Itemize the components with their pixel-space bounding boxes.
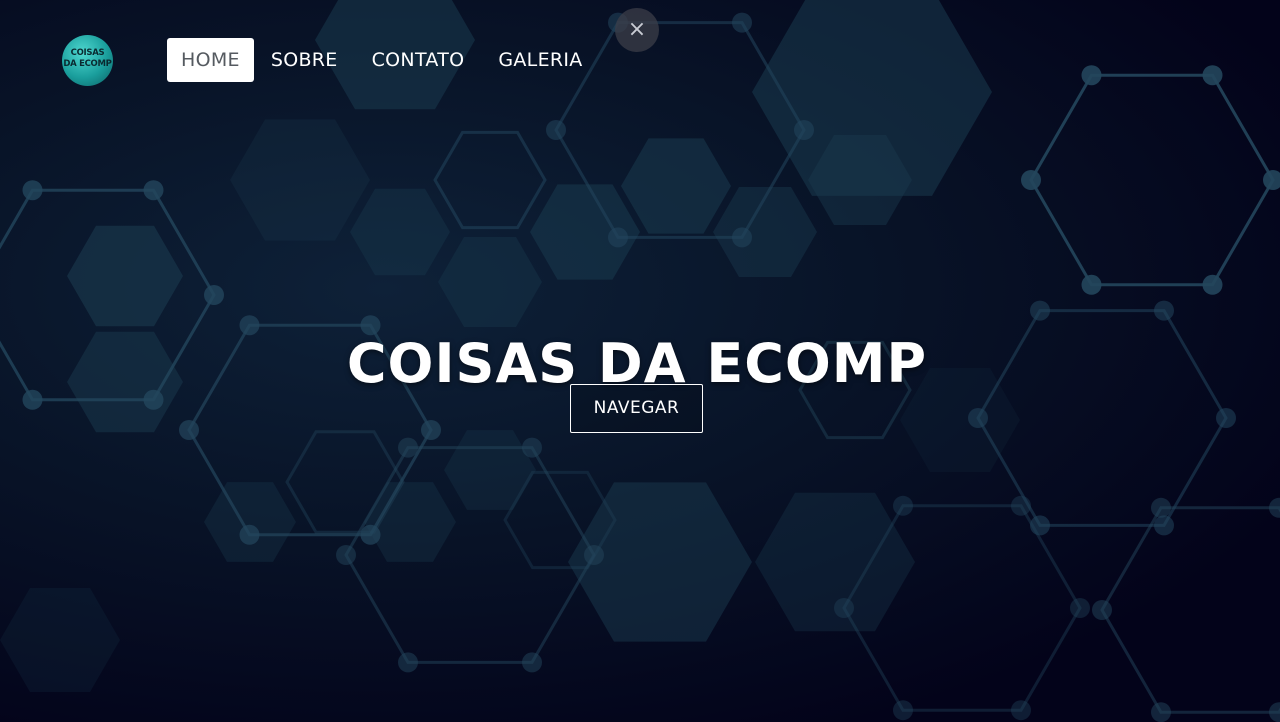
hexagon-outline — [1100, 506, 1280, 714]
nav-item-sobre[interactable]: SOBRE — [254, 38, 355, 82]
hexagon-shape — [230, 119, 370, 241]
logo-text-line2: DA ECOMP — [63, 59, 112, 69]
close-icon: × — [627, 17, 647, 42]
network-node — [522, 652, 542, 673]
navegar-button[interactable]: NAVEGAR — [570, 384, 703, 433]
network-node — [794, 120, 814, 140]
hexagon-outline — [1029, 73, 1275, 287]
hexagon-shape — [444, 430, 536, 510]
hexagon-shape — [0, 588, 120, 692]
nav-item-contato[interactable]: CONTATO — [355, 38, 482, 82]
logo-text-line1: COISAS — [70, 48, 105, 58]
network-node — [1154, 515, 1174, 536]
hexagon-shape — [67, 225, 183, 327]
network-node — [421, 420, 441, 440]
network-node — [1081, 65, 1102, 86]
network-node — [1070, 598, 1090, 618]
network-node — [1202, 274, 1223, 295]
network-node — [1092, 600, 1112, 620]
network-node — [239, 524, 260, 545]
close-button[interactable]: × — [615, 8, 659, 52]
network-node — [143, 180, 164, 201]
network-node — [1011, 495, 1031, 516]
hexagon-shape — [621, 138, 731, 234]
network-node — [968, 408, 988, 428]
network-node — [1011, 700, 1031, 721]
network-node — [1154, 300, 1174, 321]
network-node — [1269, 497, 1280, 518]
network-node — [1030, 300, 1050, 321]
network-node — [893, 700, 913, 721]
network-node — [179, 420, 199, 440]
network-node — [1263, 170, 1280, 190]
network-node — [522, 437, 542, 458]
network-node — [893, 495, 913, 516]
network-node — [608, 227, 628, 248]
network-node — [1021, 170, 1041, 190]
network-node — [398, 437, 418, 458]
network-node — [1151, 702, 1171, 722]
hexagon-outline — [433, 130, 547, 230]
network-node — [732, 12, 752, 33]
network-node — [732, 227, 752, 248]
network-node — [1081, 274, 1102, 295]
network-node — [22, 180, 43, 201]
site-logo[interactable]: COISAS DA ECOMP — [62, 35, 113, 86]
network-node — [1202, 65, 1223, 86]
nav-item-galeria[interactable]: GALERIA — [481, 38, 599, 82]
network-node — [1151, 497, 1171, 518]
network-node — [204, 285, 224, 305]
hexagon-shape — [204, 482, 296, 562]
network-node — [1269, 702, 1280, 722]
network-node — [398, 652, 418, 673]
nav-item-home[interactable]: HOME — [167, 38, 254, 82]
network-node — [546, 120, 566, 140]
hexagon-shape — [438, 236, 542, 328]
hexagon-shape — [350, 188, 450, 276]
network-node — [336, 545, 356, 565]
main-nav: HOME SOBRE CONTATO GALERIA — [167, 38, 600, 82]
network-node — [1216, 408, 1236, 428]
network-node — [834, 598, 854, 618]
